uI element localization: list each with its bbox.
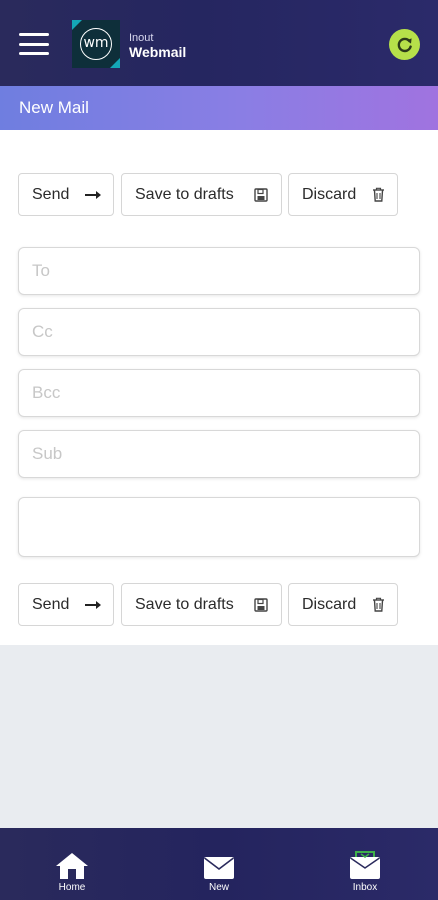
cc-field[interactable]	[18, 308, 420, 356]
send-label: Send	[32, 185, 70, 203]
subject-field[interactable]	[18, 430, 420, 478]
arrow-right-icon	[84, 188, 102, 202]
refresh-button[interactable]	[389, 29, 420, 60]
logo-monogram: wm	[80, 28, 112, 60]
arrow-right-icon	[84, 598, 102, 612]
inbox-icon	[349, 850, 381, 880]
save-to-drafts-label: Save to drafts	[135, 595, 234, 613]
envelope-icon	[203, 850, 235, 880]
send-button-bottom[interactable]: Send	[18, 583, 114, 626]
app-logo: wm	[72, 20, 120, 68]
discard-button-bottom[interactable]: Discard	[288, 583, 398, 626]
nav-label-home: Home	[58, 882, 86, 893]
floppy-disk-icon	[254, 188, 268, 202]
nav-item-new[interactable]: New	[169, 828, 269, 900]
nav-item-inbox[interactable]: Inbox	[315, 828, 415, 900]
to-field[interactable]	[18, 247, 420, 295]
hamburger-menu-icon[interactable]	[19, 33, 49, 55]
bottom-nav: Home New Inbox	[0, 828, 438, 900]
discard-label: Discard	[302, 595, 357, 613]
page-title: New Mail	[19, 98, 89, 117]
save-to-drafts-button[interactable]: Save to drafts	[121, 173, 282, 216]
title-bar: New Mail	[0, 86, 438, 130]
discard-button[interactable]: Discard	[288, 173, 398, 216]
home-icon	[55, 850, 89, 880]
save-to-drafts-label: Save to drafts	[135, 185, 234, 203]
brand-subtitle: Inout	[129, 32, 154, 44]
send-button[interactable]: Send	[18, 173, 114, 216]
brand-title: Webmail	[129, 44, 187, 60]
nav-label-inbox: Inbox	[352, 882, 378, 893]
bcc-field[interactable]	[18, 369, 420, 417]
trash-icon	[372, 187, 385, 202]
refresh-icon	[397, 37, 412, 52]
app-header: wm Inout Webmail	[0, 0, 438, 86]
floppy-disk-icon	[254, 598, 268, 612]
nav-item-home[interactable]: Home	[22, 828, 122, 900]
compose-panel: Send Save to drafts Discard Send	[0, 130, 438, 645]
nav-label-new: New	[208, 882, 229, 893]
send-label: Send	[32, 595, 70, 613]
trash-icon	[372, 597, 385, 612]
message-body-field[interactable]	[18, 497, 420, 557]
save-to-drafts-button-bottom[interactable]: Save to drafts	[121, 583, 282, 626]
discard-label: Discard	[302, 185, 357, 203]
